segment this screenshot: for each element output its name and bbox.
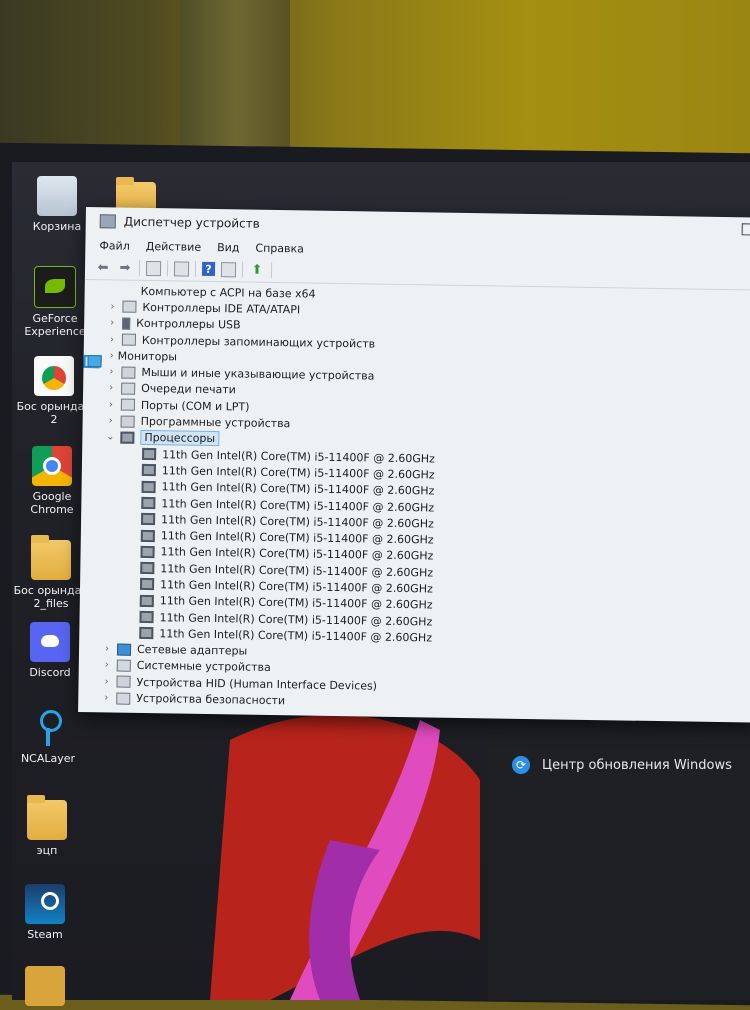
cpu-icon <box>120 431 134 443</box>
help-icon[interactable]: ? <box>202 262 215 276</box>
chevron-right-icon[interactable]: › <box>106 301 118 312</box>
device-label: Контроллеры IDE ATA/ATAPI <box>142 301 300 316</box>
usb-icon <box>122 317 130 329</box>
device-manager-icon <box>100 214 116 228</box>
discord-icon <box>30 622 70 662</box>
folder-icon <box>27 800 67 840</box>
view-icon[interactable] <box>221 262 236 277</box>
cpu-icon <box>141 497 155 509</box>
device-label: Контроллеры запоминающих устройств <box>142 333 375 350</box>
cpu-icon <box>140 562 154 574</box>
menu-view[interactable]: Вид <box>217 241 240 254</box>
show-hide-tree-icon[interactable] <box>146 260 161 275</box>
chevron-down-icon[interactable]: ⌄ <box>104 432 116 443</box>
recycle-bin-icon <box>37 176 77 216</box>
desktop-icon-google-chrome[interactable]: Google Chrome <box>12 446 92 516</box>
windows-update-label: Центр обновления Windows <box>542 758 732 773</box>
chevron-right-icon[interactable]: › <box>101 660 113 671</box>
maximize-button[interactable] <box>742 223 750 235</box>
chevron-right-icon[interactable]: › <box>105 415 117 426</box>
device-icon <box>121 382 135 394</box>
hid-icon <box>116 676 130 688</box>
chevron-right-icon[interactable]: › <box>100 692 112 703</box>
device-label: Системные устройства <box>137 659 271 674</box>
back-arrow-icon[interactable]: ⬅ <box>95 259 111 275</box>
toolbar-separator <box>139 260 140 276</box>
hid-icon <box>121 366 135 378</box>
game-icon <box>25 966 65 1006</box>
device-label: Порты (COM и LPT) <box>141 399 250 414</box>
device-label: Программные устройства <box>141 415 291 430</box>
device-icon <box>122 334 136 346</box>
menu-file[interactable]: Файл <box>99 239 130 252</box>
chrome-document-icon <box>34 356 74 396</box>
device-label: Очереди печати <box>141 382 236 396</box>
cpu-icon <box>139 627 153 639</box>
window-title: Диспетчер устройств <box>124 215 260 231</box>
desktop-icon-geforce[interactable]: GeForce Experience <box>15 266 95 338</box>
steam-icon <box>25 884 65 924</box>
toolbar-separator <box>195 261 196 277</box>
toolbar-separator <box>167 260 168 276</box>
cpu-icon <box>140 578 154 590</box>
device-label: Контроллеры USB <box>136 317 241 332</box>
cpu-icon <box>142 448 156 460</box>
cpu-icon <box>142 464 156 476</box>
hid-icon <box>121 415 135 427</box>
cpu-icon <box>141 529 155 541</box>
desktop-icon-ncalayer[interactable]: NCALayer <box>8 708 88 765</box>
device-manager-window: Диспетчер устройств Файл Действие Вид Сп… <box>78 207 750 723</box>
device-icon <box>121 399 135 411</box>
side-panel <box>488 700 750 1000</box>
cpu-icon <box>142 481 156 493</box>
device-label: Устройства безопасности <box>136 692 285 707</box>
chevron-right-icon[interactable]: › <box>106 318 118 329</box>
chrome-icon <box>32 446 72 486</box>
windows-update-item[interactable]: ⟳ Центр обновления Windows <box>512 756 732 774</box>
device-tree: Компьютер с ACPI на базе x64 › Контроллеры… <box>78 280 750 716</box>
properties-icon[interactable] <box>174 261 189 276</box>
menu-help[interactable]: Справка <box>255 241 304 255</box>
device-icon <box>122 301 136 313</box>
device-label: Мыши и иные указывающие устройства <box>141 366 374 383</box>
device-label: Процессоры <box>140 430 219 446</box>
toolbar-separator <box>271 262 272 278</box>
desktop-icon-ecp[interactable]: эцп <box>7 800 87 857</box>
device-label: Сетевые адаптеры <box>137 643 247 658</box>
folder-icon <box>31 540 71 580</box>
desktop-icon-label: NCALayer <box>8 752 88 765</box>
cpu-icon <box>139 611 153 623</box>
device-label: Мониторы <box>118 349 178 363</box>
wallpaper-art <box>210 700 490 1000</box>
net-icon <box>117 643 131 655</box>
forward-arrow-icon[interactable]: ➡ <box>117 259 133 275</box>
ncalayer-icon <box>28 708 68 748</box>
background-wall <box>0 0 750 160</box>
desktop-icon-label: Google Chrome <box>12 490 92 516</box>
chevron-right-icon[interactable]: › <box>105 399 117 410</box>
background-curtain <box>180 0 290 150</box>
desktop-icon-game[interactable] <box>5 966 85 1010</box>
device-label: Компьютер с ACPI на базе x64 <box>141 285 316 301</box>
toolbar-separator <box>242 261 243 277</box>
chevron-right-icon[interactable]: › <box>101 643 113 654</box>
chevron-right-icon[interactable]: › <box>106 334 118 345</box>
chevron-right-icon[interactable]: › <box>106 350 118 361</box>
chevron-right-icon[interactable]: › <box>105 366 117 377</box>
monitor-icon <box>87 355 101 367</box>
cpu-icon <box>140 546 154 558</box>
desktop-icon-label: Steam <box>5 928 85 941</box>
refresh-icon: ⟳ <box>512 756 530 774</box>
update-driver-icon[interactable]: ⬆ <box>249 262 265 278</box>
menu-action[interactable]: Действие <box>146 239 202 253</box>
cpu-icon <box>141 513 155 525</box>
nvidia-icon <box>34 266 76 308</box>
chevron-right-icon[interactable]: › <box>105 383 117 394</box>
desktop-icon-steam[interactable]: Steam <box>5 884 85 941</box>
desktop-icon-label: эцп <box>7 844 87 857</box>
chevron-right-icon[interactable]: › <box>100 676 112 687</box>
device-icon <box>116 692 130 704</box>
device-icon <box>117 660 131 672</box>
cpu-icon <box>140 595 154 607</box>
